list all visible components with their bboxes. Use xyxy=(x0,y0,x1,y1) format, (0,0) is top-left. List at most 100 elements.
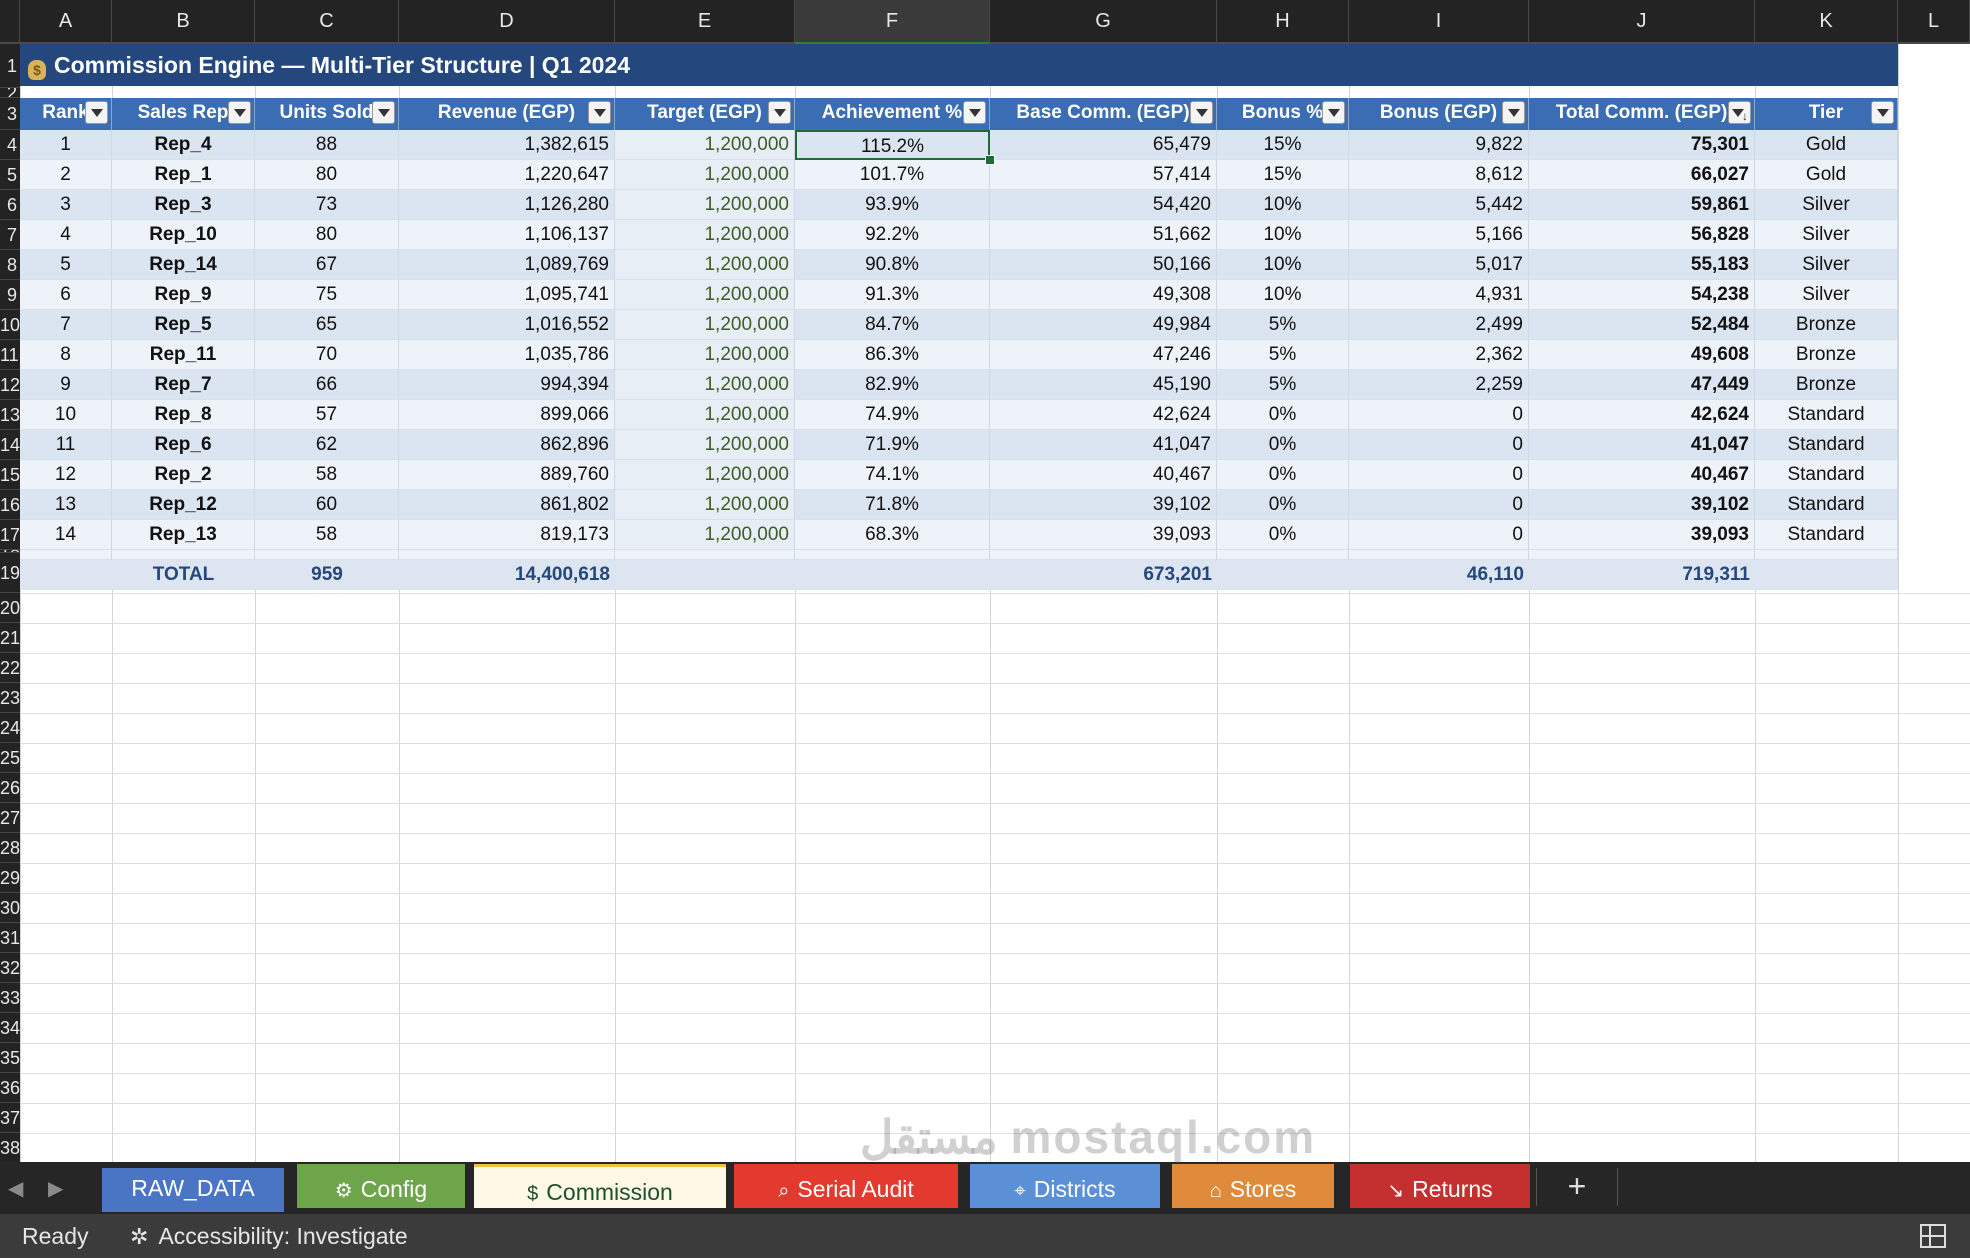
column-header-i[interactable]: I xyxy=(1349,0,1529,44)
table-cell[interactable]: 7 xyxy=(20,310,112,340)
filter-dropdown-icon[interactable] xyxy=(85,101,108,124)
table-cell[interactable]: 54,420 xyxy=(990,190,1217,220)
row-header-3[interactable]: 3 xyxy=(0,98,20,130)
table-cell[interactable]: 86.3% xyxy=(795,340,990,370)
total-empty-cell[interactable] xyxy=(795,560,990,590)
table-cell[interactable]: 49,984 xyxy=(990,310,1217,340)
table-cell[interactable]: 115.2% xyxy=(795,130,990,160)
scroll-left-icon[interactable]: ◀ xyxy=(8,1176,23,1201)
table-cell[interactable]: 74.9% xyxy=(795,400,990,430)
table-cell[interactable]: 5,166 xyxy=(1349,220,1529,250)
filter-dropdown-icon[interactable] xyxy=(1871,101,1894,124)
table-cell[interactable]: 1,200,000 xyxy=(615,280,795,310)
table-cell[interactable]: 1,016,552 xyxy=(399,310,615,340)
table-cell[interactable]: 0% xyxy=(1217,400,1349,430)
table-cell[interactable]: 1,126,280 xyxy=(399,190,615,220)
table-cell[interactable]: 71.9% xyxy=(795,430,990,460)
table-header-10[interactable]: Tier xyxy=(1755,98,1898,130)
table-cell[interactable]: Rep_2 xyxy=(112,460,255,490)
row-header-38[interactable]: 38 xyxy=(0,1133,20,1163)
table-cell[interactable]: Silver xyxy=(1755,280,1898,310)
table-cell[interactable]: 1,200,000 xyxy=(615,340,795,370)
table-cell[interactable]: 1,200,000 xyxy=(615,130,795,160)
table-header-5[interactable]: Achievement % xyxy=(795,98,990,130)
table-cell[interactable]: 15% xyxy=(1217,130,1349,160)
table-cell[interactable]: 41,047 xyxy=(990,430,1217,460)
table-cell[interactable]: 39,093 xyxy=(990,520,1217,550)
fill-handle[interactable] xyxy=(985,155,995,165)
table-cell[interactable]: 56,828 xyxy=(1529,220,1755,250)
table-cell[interactable]: 42,624 xyxy=(1529,400,1755,430)
column-header-k[interactable]: K xyxy=(1755,0,1898,44)
row-header-29[interactable]: 29 xyxy=(0,863,20,893)
total-empty-cell[interactable] xyxy=(1217,560,1349,590)
table-cell[interactable]: 0% xyxy=(1217,490,1349,520)
sort-filter-icon[interactable]: ↓ xyxy=(1728,101,1751,124)
table-cell[interactable]: 41,047 xyxy=(1529,430,1755,460)
sheet-tab-serial-audit[interactable]: ⌕ Serial Audit xyxy=(734,1164,958,1208)
table-cell[interactable]: Rep_3 xyxy=(112,190,255,220)
filter-dropdown-icon[interactable] xyxy=(372,101,395,124)
table-cell[interactable]: 4,931 xyxy=(1349,280,1529,310)
table-cell[interactable]: 73 xyxy=(255,190,399,220)
column-header-b[interactable]: B xyxy=(112,0,255,44)
filter-dropdown-icon[interactable] xyxy=(228,101,251,124)
table-cell[interactable]: 2,259 xyxy=(1349,370,1529,400)
table-cell[interactable]: 58 xyxy=(255,520,399,550)
table-cell[interactable]: Standard xyxy=(1755,400,1898,430)
row-header-2[interactable]: 2 xyxy=(0,88,20,98)
table-cell[interactable]: Standard xyxy=(1755,520,1898,550)
table-cell[interactable]: 6 xyxy=(20,280,112,310)
table-cell[interactable]: 9,822 xyxy=(1349,130,1529,160)
row-header-16[interactable]: 16 xyxy=(0,490,20,520)
row-header-1[interactable]: 1 xyxy=(0,44,20,88)
table-cell[interactable]: 0% xyxy=(1217,430,1349,460)
table-cell[interactable]: Rep_8 xyxy=(112,400,255,430)
table-header-0[interactable]: Rank xyxy=(20,98,112,130)
table-cell[interactable]: 899,066 xyxy=(399,400,615,430)
table-cell[interactable]: 68.3% xyxy=(795,520,990,550)
table-cell[interactable]: 1,200,000 xyxy=(615,460,795,490)
table-header-1[interactable]: Sales Rep xyxy=(112,98,255,130)
row-header-37[interactable]: 37 xyxy=(0,1103,20,1133)
table-cell[interactable]: 1,200,000 xyxy=(615,370,795,400)
table-cell[interactable]: 52,484 xyxy=(1529,310,1755,340)
table-cell[interactable]: 54,238 xyxy=(1529,280,1755,310)
table-cell[interactable]: 1,200,000 xyxy=(615,160,795,190)
table-cell[interactable]: 65 xyxy=(255,310,399,340)
row-header-22[interactable]: 22 xyxy=(0,653,20,683)
table-cell[interactable]: 1,200,000 xyxy=(615,430,795,460)
table-cell[interactable]: Rep_4 xyxy=(112,130,255,160)
row-header-36[interactable]: 36 xyxy=(0,1073,20,1103)
table-cell[interactable]: 1,200,000 xyxy=(615,310,795,340)
total-cell[interactable]: 959 xyxy=(255,560,399,590)
table-cell[interactable]: Rep_11 xyxy=(112,340,255,370)
table-cell[interactable]: 1,106,137 xyxy=(399,220,615,250)
table-cell[interactable]: 39,093 xyxy=(1529,520,1755,550)
filter-dropdown-icon[interactable] xyxy=(588,101,611,124)
table-cell[interactable]: 861,802 xyxy=(399,490,615,520)
row-header-31[interactable]: 31 xyxy=(0,923,20,953)
row-header-24[interactable]: 24 xyxy=(0,713,20,743)
table-cell[interactable]: 1,200,000 xyxy=(615,250,795,280)
table-cell[interactable]: 1,035,786 xyxy=(399,340,615,370)
table-cell[interactable]: Silver xyxy=(1755,250,1898,280)
row-header-6[interactable]: 6 xyxy=(0,190,20,220)
table-cell[interactable]: 1,200,000 xyxy=(615,520,795,550)
row-header-20[interactable]: 20 xyxy=(0,593,20,623)
sheet-tab-returns[interactable]: ↘ Returns xyxy=(1350,1164,1530,1208)
table-cell[interactable]: 994,394 xyxy=(399,370,615,400)
table-cell[interactable]: 93.9% xyxy=(795,190,990,220)
accessibility-status[interactable]: ✲ Accessibility: Investigate xyxy=(130,1214,408,1259)
row-header-7[interactable]: 7 xyxy=(0,220,20,250)
table-cell[interactable]: 84.7% xyxy=(795,310,990,340)
table-cell[interactable]: 2,362 xyxy=(1349,340,1529,370)
row-header-9[interactable]: 9 xyxy=(0,280,20,310)
column-header-f[interactable]: F xyxy=(795,0,990,44)
table-cell[interactable]: 101.7% xyxy=(795,160,990,190)
table-cell[interactable]: Standard xyxy=(1755,430,1898,460)
table-cell[interactable]: 10% xyxy=(1217,190,1349,220)
table-cell[interactable]: 40,467 xyxy=(990,460,1217,490)
table-cell[interactable]: 39,102 xyxy=(990,490,1217,520)
sheet-tab-raw-data[interactable]: RAW_DATA xyxy=(102,1168,284,1212)
